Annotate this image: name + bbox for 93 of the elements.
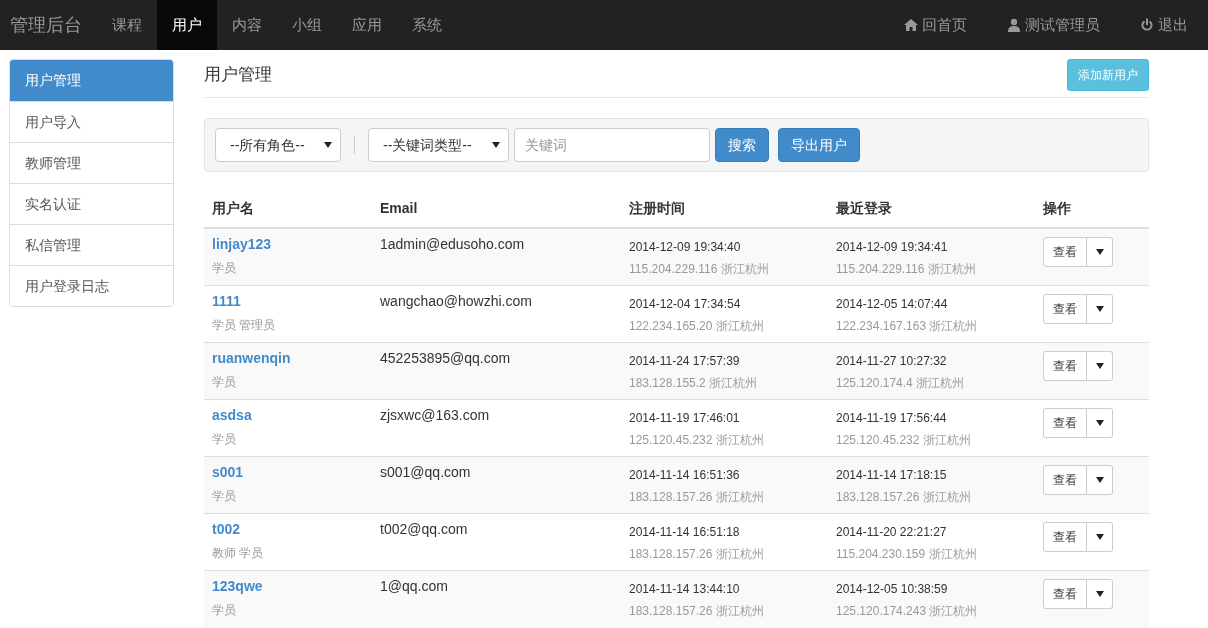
username-link[interactable]: t002 <box>212 518 241 540</box>
datetime-text: 2014-11-14 17:18:15 <box>836 466 948 484</box>
dropdown-toggle-button[interactable] <box>1087 521 1113 552</box>
email-text: 1@qq.com <box>380 577 448 594</box>
view-button[interactable]: 查看 <box>1043 237 1087 267</box>
view-button[interactable]: 查看 <box>1043 407 1087 438</box>
ip-location-text: 122.234.165.20 浙江杭州 <box>629 317 765 335</box>
role-text: 学员 <box>212 260 237 277</box>
datetime-text: 2014-11-19 17:56:44 <box>836 409 948 427</box>
keyword-field[interactable]: 关键词 <box>514 128 710 162</box>
ip-location-text: 125.120.45.232 浙江杭州 <box>836 431 972 449</box>
caret-icon <box>1095 305 1104 312</box>
datetime-text: 2014-12-05 14:07:44 <box>836 295 949 313</box>
nav-tab[interactable]: 小组 <box>277 0 337 50</box>
caret-icon <box>492 142 500 148</box>
datetime-text: 2014-12-04 17:34:54 <box>629 295 742 313</box>
caret-icon <box>1095 419 1104 426</box>
ip-location-text: 115.204.229.116 浙江杭州 <box>836 261 977 278</box>
datetime-text: 2014-12-05 10:38:59 <box>836 580 949 598</box>
ip-location-text: 122.234.167.163 浙江杭州 <box>836 317 979 335</box>
username-link[interactable]: linjay123 <box>212 234 272 255</box>
role-text: 教师 学员 <box>212 544 265 562</box>
ip-location-text: 125.120.174.4 浙江杭州 <box>836 374 966 392</box>
sidebar-item[interactable]: 用户登录日志 <box>10 265 173 306</box>
view-button[interactable]: 查看 <box>1043 464 1087 495</box>
role-text: 学员 <box>212 487 237 505</box>
nav-tab[interactable]: 用户 <box>157 0 217 50</box>
caret-icon <box>1095 590 1104 597</box>
dropdown-toggle-button[interactable] <box>1087 578 1113 609</box>
home-icon <box>904 18 918 32</box>
ip-location-text: 115.204.229.116 浙江杭州 <box>629 261 770 278</box>
ip-location-text: 183.128.157.26 浙江杭州 <box>629 545 765 563</box>
dropdown-toggle-button[interactable] <box>1087 464 1113 495</box>
nav-link[interactable]: 回首页 <box>884 0 987 50</box>
nav-link[interactable]: 测试管理员 <box>987 0 1120 50</box>
nav-tab[interactable]: 应用 <box>337 0 397 50</box>
role-text: 学员 <box>212 373 237 391</box>
view-button[interactable]: 查看 <box>1043 578 1087 609</box>
nav-tab[interactable]: 内容 <box>217 0 277 50</box>
view-button[interactable]: 查看 <box>1043 350 1087 381</box>
datetime-text: 2014-11-19 17:46:01 <box>629 409 741 427</box>
sidebar-item[interactable]: 用户管理 <box>10 60 173 101</box>
username-link[interactable]: 123qwe <box>212 575 263 597</box>
username-link[interactable]: 1111 <box>212 290 241 312</box>
role-select[interactable]: --所有角色-- <box>215 128 341 162</box>
role-text: 学员 <box>212 430 237 448</box>
brand-title[interactable]: 管理后台 <box>0 0 97 50</box>
datetime-text: 2014-12-09 19:34:40 <box>629 239 742 256</box>
dropdown-toggle-button[interactable] <box>1087 237 1113 267</box>
ip-location-text: 183.128.157.26 浙江杭州 <box>629 488 765 506</box>
export-users-button[interactable]: 导出用户 <box>778 128 860 162</box>
email-text: 452253895@qq.com <box>380 349 511 366</box>
datetime-text: 2014-11-27 10:27:32 <box>836 352 948 370</box>
ip-location-text: 183.128.155.2 浙江杭州 <box>629 374 759 392</box>
username-link[interactable]: ruanwenqin <box>212 347 291 369</box>
datetime-text: 2014-12-09 19:34:41 <box>836 239 949 256</box>
datetime-text: 2014-11-24 17:57:39 <box>629 352 741 370</box>
nav-link[interactable]: 退出 <box>1120 0 1208 50</box>
dropdown-toggle-button[interactable] <box>1087 407 1113 438</box>
ip-location-text: 183.128.157.26 浙江杭州 <box>836 488 972 506</box>
caret-icon <box>1095 249 1104 255</box>
username-link[interactable]: asdsa <box>212 404 252 426</box>
nav-tab[interactable]: 系统 <box>397 0 457 50</box>
username-link[interactable]: s001 <box>212 461 244 483</box>
datetime-text: 2014-11-14 16:51:18 <box>629 523 741 541</box>
caret-icon <box>1095 533 1104 540</box>
caret-icon <box>1095 476 1104 483</box>
datetime-text: 2014-11-14 16:51:36 <box>629 466 741 484</box>
datetime-text: 2014-11-20 22:21:27 <box>836 523 948 541</box>
view-button[interactable]: 查看 <box>1043 293 1087 324</box>
email-text: t002@qq.com <box>380 520 468 537</box>
role-text: 学员 <box>212 601 237 619</box>
nav-tab[interactable]: 课程 <box>97 0 157 50</box>
search-button[interactable]: 搜索 <box>715 128 769 162</box>
caret-icon <box>324 142 332 148</box>
ip-location-text: 115.204.230.159 浙江杭州 <box>836 545 978 563</box>
user-icon <box>1007 18 1021 32</box>
role-text: 学员 管理员 <box>212 316 277 334</box>
keyword-type-select[interactable]: --关键词类型-- <box>368 128 509 162</box>
email-text: s001@qq.com <box>380 463 471 480</box>
page-title: 用户管理 <box>204 64 272 87</box>
ip-location-text: 125.120.174.243 浙江杭州 <box>836 602 979 620</box>
caret-icon <box>1095 362 1104 369</box>
email-text: wangchao@howzhi.com <box>380 292 532 309</box>
email-text: zjsxwc@163.com <box>380 406 490 423</box>
power-icon <box>1140 18 1154 32</box>
dropdown-toggle-button[interactable] <box>1087 293 1113 324</box>
datetime-text: 2014-11-14 13:44:10 <box>629 580 741 598</box>
dropdown-toggle-button[interactable] <box>1087 350 1113 381</box>
ip-location-text: 183.128.157.26 浙江杭州 <box>629 602 765 620</box>
email-text: 1admin@edusoho.com <box>380 236 525 252</box>
view-button[interactable]: 查看 <box>1043 521 1087 552</box>
ip-location-text: 125.120.45.232 浙江杭州 <box>629 431 765 449</box>
